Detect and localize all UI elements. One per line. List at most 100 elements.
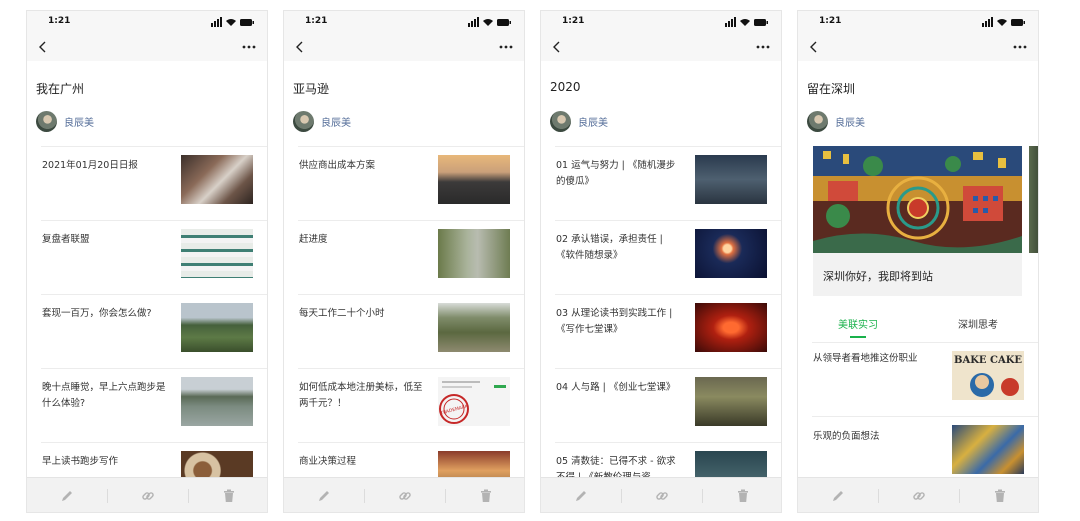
- thumbnail-image: TRADEMARK: [438, 377, 510, 426]
- list-item[interactable]: 03 从理论读书到实践工作 | 《写作七堂课》: [555, 294, 781, 368]
- banner-caption: 深圳你好，我即将到站: [823, 270, 933, 283]
- link-button[interactable]: [879, 478, 959, 512]
- thumbnail-image: [438, 155, 510, 204]
- banner-card[interactable]: 深圳你好，我即将到站: [813, 146, 1022, 296]
- pencil-icon: [319, 490, 329, 501]
- tab-active-indicator: [850, 336, 866, 338]
- list-item[interactable]: 复盘者联盟: [41, 220, 267, 294]
- banner-artwork: [813, 146, 1022, 253]
- list-item[interactable]: 如何低成本地注册美标，低至两千元？！ TRADEMARK: [298, 368, 524, 442]
- author-name: 良辰美: [835, 117, 865, 129]
- status-time: 1:21: [819, 16, 842, 26]
- list-item-title: 2021年01月20日日报: [42, 160, 138, 171]
- bottom-toolbar: [541, 477, 781, 512]
- list-item-title: 04 人与路 | 《创业七堂课》: [556, 382, 676, 393]
- status-time: 1:21: [48, 16, 71, 26]
- thumbnail-image: [181, 303, 253, 352]
- list-item-title: 从领导者看地推这份职业: [813, 353, 918, 364]
- status-bar: 1:21: [284, 11, 524, 33]
- link-button[interactable]: [622, 478, 702, 512]
- edit-button[interactable]: [27, 478, 107, 512]
- list-item-title: 供应商出成本方案: [299, 160, 376, 171]
- list-item[interactable]: 晚十点睡觉，早上六点跑步是什么体验?: [41, 368, 267, 442]
- author-info[interactable]: 良辰美: [36, 109, 94, 133]
- chevron-left-icon[interactable]: [36, 40, 50, 54]
- thumbnail-image: [438, 229, 510, 278]
- delete-button[interactable]: [446, 478, 524, 512]
- trash-icon: [481, 489, 491, 502]
- tab-internship[interactable]: 美联实习: [838, 316, 878, 331]
- link-button[interactable]: [108, 478, 188, 512]
- link-icon: [142, 491, 154, 500]
- author-info[interactable]: 良辰美: [807, 109, 865, 133]
- author-info[interactable]: 良辰美: [550, 109, 608, 133]
- thumbnail-image: BAKE CAKE: [952, 351, 1024, 400]
- edit-button[interactable]: [798, 478, 878, 512]
- list-item[interactable]: 04 人与路 | 《创业七堂课》: [555, 368, 781, 442]
- status-time: 1:21: [305, 16, 328, 26]
- list-item-title: 复盘者联盟: [42, 234, 90, 245]
- status-bar: 1:21: [541, 11, 781, 33]
- list-item[interactable]: 套现一百万，你会怎么做?: [41, 294, 267, 368]
- status-icons: [211, 17, 254, 27]
- trademark-stamp: TRADEMARK: [439, 381, 506, 424]
- thumbnail-image: [695, 229, 767, 278]
- list-item[interactable]: 2021年01月20日日报: [41, 146, 267, 220]
- link-icon: [399, 491, 411, 500]
- chevron-left-icon[interactable]: [550, 40, 564, 54]
- album-title: 留在深圳: [807, 82, 856, 96]
- next-banner-peek[interactable]: [1029, 146, 1038, 253]
- pencil-icon: [833, 490, 843, 501]
- tab-bar: 美联实习 深圳思考: [798, 307, 1038, 341]
- chevron-left-icon[interactable]: [807, 40, 821, 54]
- album-title: 2020: [550, 80, 581, 94]
- delete-button[interactable]: [960, 478, 1038, 512]
- bottom-toolbar: [27, 477, 267, 512]
- link-button[interactable]: [365, 478, 445, 512]
- more-horizontal-icon[interactable]: [755, 41, 771, 53]
- list-item-title: 乐观的负面想法: [813, 431, 880, 442]
- album-title: 亚马逊: [293, 82, 330, 96]
- list-item[interactable]: 02 承认错误，承担责任 | 《软件随想录》: [555, 220, 781, 294]
- list-item[interactable]: 从领导者看地推这份职业 BAKE CAKE: [812, 342, 1038, 416]
- pencil-icon: [576, 490, 586, 501]
- thumbnail-image: [181, 155, 253, 204]
- edit-button[interactable]: [541, 478, 621, 512]
- list-item[interactable]: 01 运气与努力 | 《随机漫步的傻瓜》: [555, 146, 781, 220]
- list-item[interactable]: 供应商出成本方案: [298, 146, 524, 220]
- list-item-title: 01 运气与努力 | 《随机漫步的傻瓜》: [556, 160, 676, 187]
- article-list: 01 运气与努力 | 《随机漫步的傻瓜》 02 承认错误，承担责任 | 《软件随…: [541, 146, 781, 512]
- list-item-title: 套现一百万，你会怎么做?: [42, 308, 152, 319]
- nav-bar: [284, 33, 524, 61]
- tab-shenzhen-thoughts[interactable]: 深圳思考: [958, 316, 998, 331]
- delete-button[interactable]: [189, 478, 267, 512]
- author-name: 良辰美: [64, 117, 94, 129]
- cake-poster: BAKE CAKE: [952, 351, 1024, 400]
- delete-button[interactable]: [703, 478, 781, 512]
- avatar: [807, 110, 828, 132]
- list-item[interactable]: 每天工作二十个小时: [298, 294, 524, 368]
- avatar: [293, 110, 314, 132]
- status-icons: [982, 17, 1025, 27]
- phone-screen-1: 1:21 我在广州 良辰美 2021年01月20日日报 复盘者联盟 套现一百万，…: [26, 10, 268, 513]
- chevron-left-icon[interactable]: [293, 40, 307, 54]
- more-horizontal-icon[interactable]: [1012, 41, 1028, 53]
- author-info[interactable]: 良辰美: [293, 109, 351, 133]
- trash-icon: [224, 489, 234, 502]
- list-item-title: 02 承认错误，承担责任 | 《软件随想录》: [556, 234, 663, 261]
- edit-button[interactable]: [284, 478, 364, 512]
- status-bar: 1:21: [27, 11, 267, 33]
- more-horizontal-icon[interactable]: [498, 41, 514, 53]
- album-title: 我在广州: [36, 82, 85, 96]
- more-horizontal-icon[interactable]: [241, 41, 257, 53]
- list-item[interactable]: 赶进度: [298, 220, 524, 294]
- trash-icon: [738, 489, 748, 502]
- list-item-title: 晚十点睡觉，早上六点跑步是什么体验?: [42, 382, 166, 409]
- link-icon: [656, 491, 668, 500]
- banner-image: [813, 146, 1022, 253]
- thumbnail-image: [695, 377, 767, 426]
- stamp-text: TRADEMARK: [439, 403, 470, 417]
- phone-screen-3: 1:21 2020 良辰美 01 运气与努力 | 《随机漫步的傻瓜》 02 承认…: [540, 10, 782, 513]
- avatar: [36, 110, 57, 132]
- thumbnail-image: [695, 303, 767, 352]
